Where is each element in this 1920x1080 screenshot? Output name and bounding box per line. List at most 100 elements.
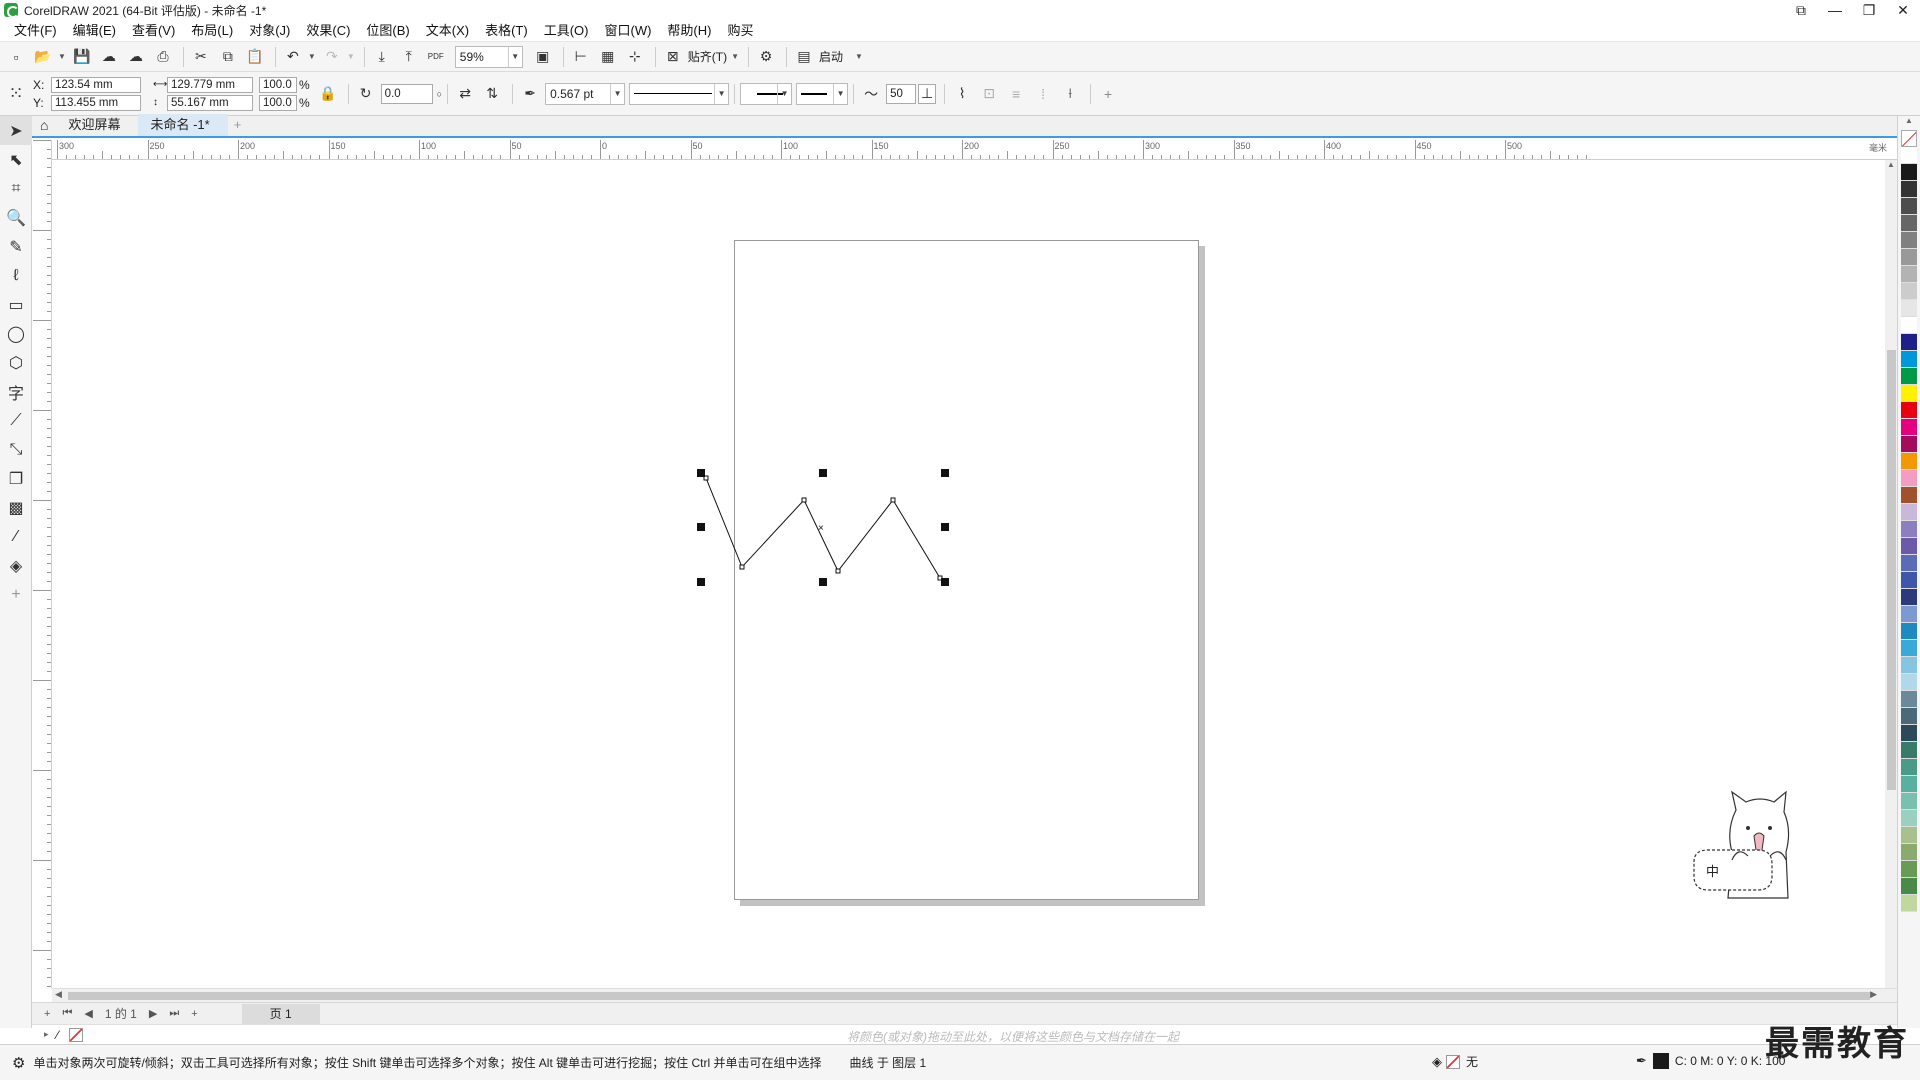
- color-swatch[interactable]: [1901, 623, 1917, 640]
- handle-middle-left[interactable]: [697, 523, 705, 531]
- width-field[interactable]: 129.779 mm: [167, 76, 253, 93]
- show-rulers-icon[interactable]: ⊢: [569, 45, 593, 69]
- lock-ratio-icon[interactable]: 🔒: [316, 82, 340, 106]
- rotation-icon[interactable]: ↻: [354, 82, 378, 106]
- menu-file[interactable]: 文件(F): [6, 20, 65, 42]
- next-page-icon[interactable]: ▶: [149, 1007, 157, 1020]
- connector-tool-icon[interactable]: ⤡: [0, 435, 32, 464]
- chevron-down-icon[interactable]: ▼: [507, 46, 522, 67]
- launch-app-icon[interactable]: ▤: [792, 45, 816, 69]
- color-swatch[interactable]: [1901, 589, 1917, 606]
- restore-icon[interactable]: ⧉: [1784, 0, 1818, 20]
- menu-object[interactable]: 对象(J): [241, 20, 298, 42]
- color-swatch[interactable]: [1901, 759, 1917, 776]
- line-style-combo[interactable]: ▼: [629, 82, 730, 105]
- curve-node[interactable]: [801, 497, 807, 503]
- vertical-scrollbar[interactable]: ▲: [1885, 160, 1897, 988]
- launch-menu[interactable]: 启动: [819, 48, 843, 65]
- paste-icon[interactable]: 📋: [243, 45, 267, 69]
- shape-tool-icon[interactable]: ⬉: [0, 145, 32, 174]
- undo-icon[interactable]: ↶: [281, 45, 305, 69]
- undo-dropdown-icon[interactable]: ▼: [308, 52, 316, 61]
- tab-untitled-document[interactable]: 未命名 -1*: [138, 114, 228, 136]
- color-swatch[interactable]: [1901, 249, 1917, 266]
- close-button[interactable]: ✕: [1886, 0, 1920, 20]
- cut-icon[interactable]: ✂: [189, 45, 213, 69]
- handle-bottom-center[interactable]: [819, 578, 827, 586]
- object-origin-icon[interactable]: ⁙: [4, 82, 28, 106]
- chevron-down-icon[interactable]: ▼: [777, 83, 791, 104]
- text-tool-icon[interactable]: 字: [0, 377, 32, 406]
- color-swatch[interactable]: [1901, 606, 1917, 623]
- color-swatch[interactable]: [1901, 453, 1917, 470]
- end-arrowhead-combo[interactable]: ▼: [796, 82, 849, 105]
- page-tab[interactable]: 页 1: [241, 1003, 320, 1024]
- color-swatch[interactable]: [1901, 878, 1917, 895]
- handle-top-center[interactable]: [819, 469, 827, 477]
- color-swatch[interactable]: [1901, 810, 1917, 827]
- menu-view[interactable]: 查看(V): [124, 20, 183, 42]
- menu-table[interactable]: 表格(T): [477, 20, 536, 42]
- color-swatch[interactable]: [1901, 351, 1917, 368]
- export-icon[interactable]: ⤒: [397, 45, 421, 69]
- parallel-dimension-icon[interactable]: ⟋: [0, 406, 32, 435]
- scale-height-field[interactable]: 100.0: [259, 94, 297, 111]
- launch-dropdown-icon[interactable]: ▼: [855, 52, 863, 61]
- color-swatch[interactable]: [1901, 861, 1917, 878]
- color-swatch[interactable]: [1901, 674, 1917, 691]
- curve-node[interactable]: [739, 564, 745, 570]
- menu-buy[interactable]: 购买: [719, 20, 761, 42]
- color-swatch[interactable]: [1901, 521, 1917, 538]
- fill-indicator[interactable]: ◈ 无: [1432, 1053, 1478, 1070]
- show-guidelines-icon[interactable]: ⊹: [623, 45, 647, 69]
- reflect-nodes-icon[interactable]: ⁞: [1031, 82, 1055, 106]
- color-swatch[interactable]: [1901, 742, 1917, 759]
- vertical-ruler[interactable]: [32, 140, 52, 988]
- selected-curve-overlay[interactable]: ×: [52, 160, 1885, 988]
- color-swatch[interactable]: [1901, 538, 1917, 555]
- menu-tools[interactable]: 工具(O): [536, 20, 597, 42]
- menu-bitmaps[interactable]: 位图(B): [358, 20, 417, 42]
- color-swatch[interactable]: [1901, 640, 1917, 657]
- palette-scroll-up-icon[interactable]: ▲: [1898, 116, 1920, 130]
- rotation-angle-field[interactable]: 0.0: [380, 83, 433, 104]
- handle-bottom-left[interactable]: [697, 578, 705, 586]
- color-swatch[interactable]: [1901, 266, 1917, 283]
- print-icon[interactable]: ⎙: [151, 45, 175, 69]
- curve-node[interactable]: [835, 568, 841, 574]
- save-icon[interactable]: 💾: [70, 45, 94, 69]
- rectangle-tool-icon[interactable]: ▭: [0, 290, 32, 319]
- crop-tool-icon[interactable]: ⌗: [0, 174, 32, 203]
- eyedropper-small-icon[interactable]: ⁄: [57, 1028, 59, 1042]
- outline-indicator[interactable]: ✒ C: 0 M: 0 Y: 0 K: 100: [1636, 1053, 1785, 1069]
- chevron-down-icon[interactable]: ▼: [714, 83, 728, 104]
- horizontal-ruler[interactable]: 300 250 200 150 100 50 0 50 100 150 200 250 300 350 40…: [52, 140, 1897, 160]
- options-gear-icon[interactable]: ⚙: [754, 45, 778, 69]
- snap-to-menu[interactable]: 贴齐(T): [688, 48, 727, 65]
- show-grid-icon[interactable]: ▦: [596, 45, 620, 69]
- color-swatch[interactable]: [1901, 436, 1917, 453]
- snap-dropdown-icon[interactable]: ▼: [731, 52, 739, 61]
- color-swatch[interactable]: [1901, 334, 1917, 351]
- artistic-media-icon[interactable]: ℓ: [0, 261, 32, 290]
- minimize-button[interactable]: —: [1818, 0, 1852, 20]
- maximize-button[interactable]: ❐: [1852, 0, 1886, 20]
- menu-edit[interactable]: 编辑(E): [65, 20, 124, 42]
- full-screen-preview-icon[interactable]: ▣: [531, 45, 555, 69]
- new-document-icon[interactable]: ▫: [4, 45, 28, 69]
- add-page-icon[interactable]: +: [44, 1008, 50, 1020]
- color-swatch[interactable]: [1901, 725, 1917, 742]
- no-fill-swatch[interactable]: [68, 1027, 83, 1042]
- chevron-down-icon[interactable]: ▼: [833, 83, 847, 104]
- align-nodes-icon[interactable]: ≡: [1004, 82, 1028, 106]
- height-field[interactable]: 55.167 mm: [167, 94, 253, 111]
- handle-bottom-right[interactable]: [941, 578, 949, 586]
- open-folder-icon[interactable]: 📂: [31, 45, 55, 69]
- horizontal-scroll-thumb[interactable]: [68, 992, 1870, 1000]
- settings-gear-icon[interactable]: ⚙: [12, 1054, 25, 1072]
- copy-icon[interactable]: ⧉: [216, 45, 240, 69]
- ellipse-tool-icon[interactable]: ◯: [0, 319, 32, 348]
- zoom-tool-icon[interactable]: 🔍: [0, 203, 32, 232]
- color-swatch[interactable]: [1901, 708, 1917, 725]
- polygon-tool-icon[interactable]: ⬡: [0, 348, 32, 377]
